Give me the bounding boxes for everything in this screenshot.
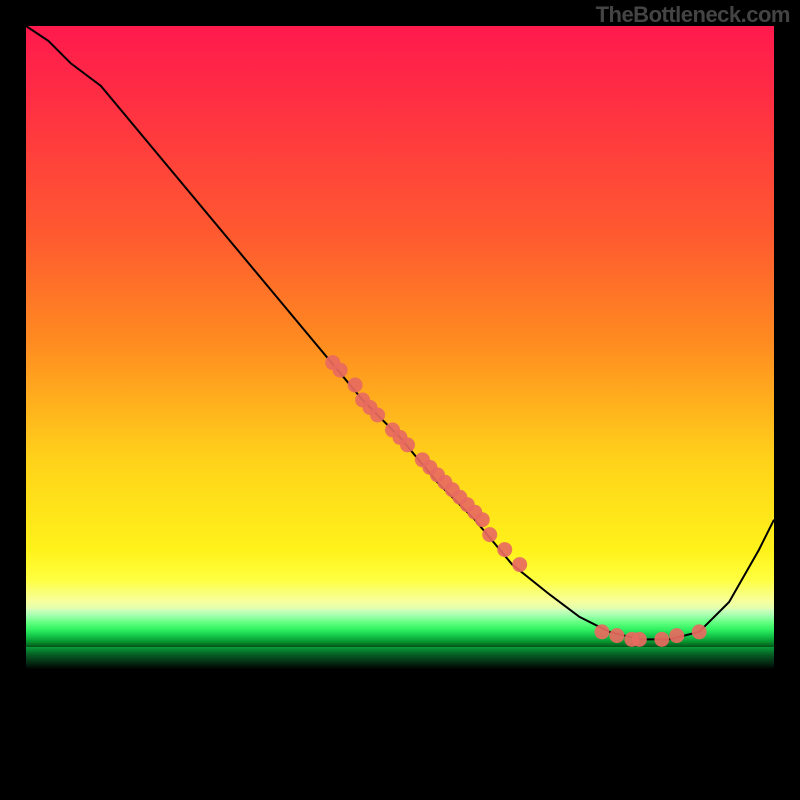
scatter-points: [325, 355, 706, 647]
scatter-point: [609, 628, 624, 643]
curve-line: [26, 26, 774, 639]
scatter-point: [669, 628, 684, 643]
scatter-point: [333, 363, 348, 378]
scatter-point: [497, 542, 512, 557]
scatter-point: [400, 437, 415, 452]
scatter-point: [512, 557, 527, 572]
chart-stage: TheBottleneck.com: [0, 0, 800, 800]
chart-overlay: [26, 26, 774, 774]
scatter-point: [692, 624, 707, 639]
scatter-point: [475, 512, 490, 527]
scatter-point: [370, 407, 385, 422]
scatter-point: [594, 624, 609, 639]
scatter-point: [654, 632, 669, 647]
watermark-text: TheBottleneck.com: [596, 2, 790, 28]
scatter-point: [482, 527, 497, 542]
scatter-point: [632, 632, 647, 647]
scatter-point: [348, 378, 363, 393]
